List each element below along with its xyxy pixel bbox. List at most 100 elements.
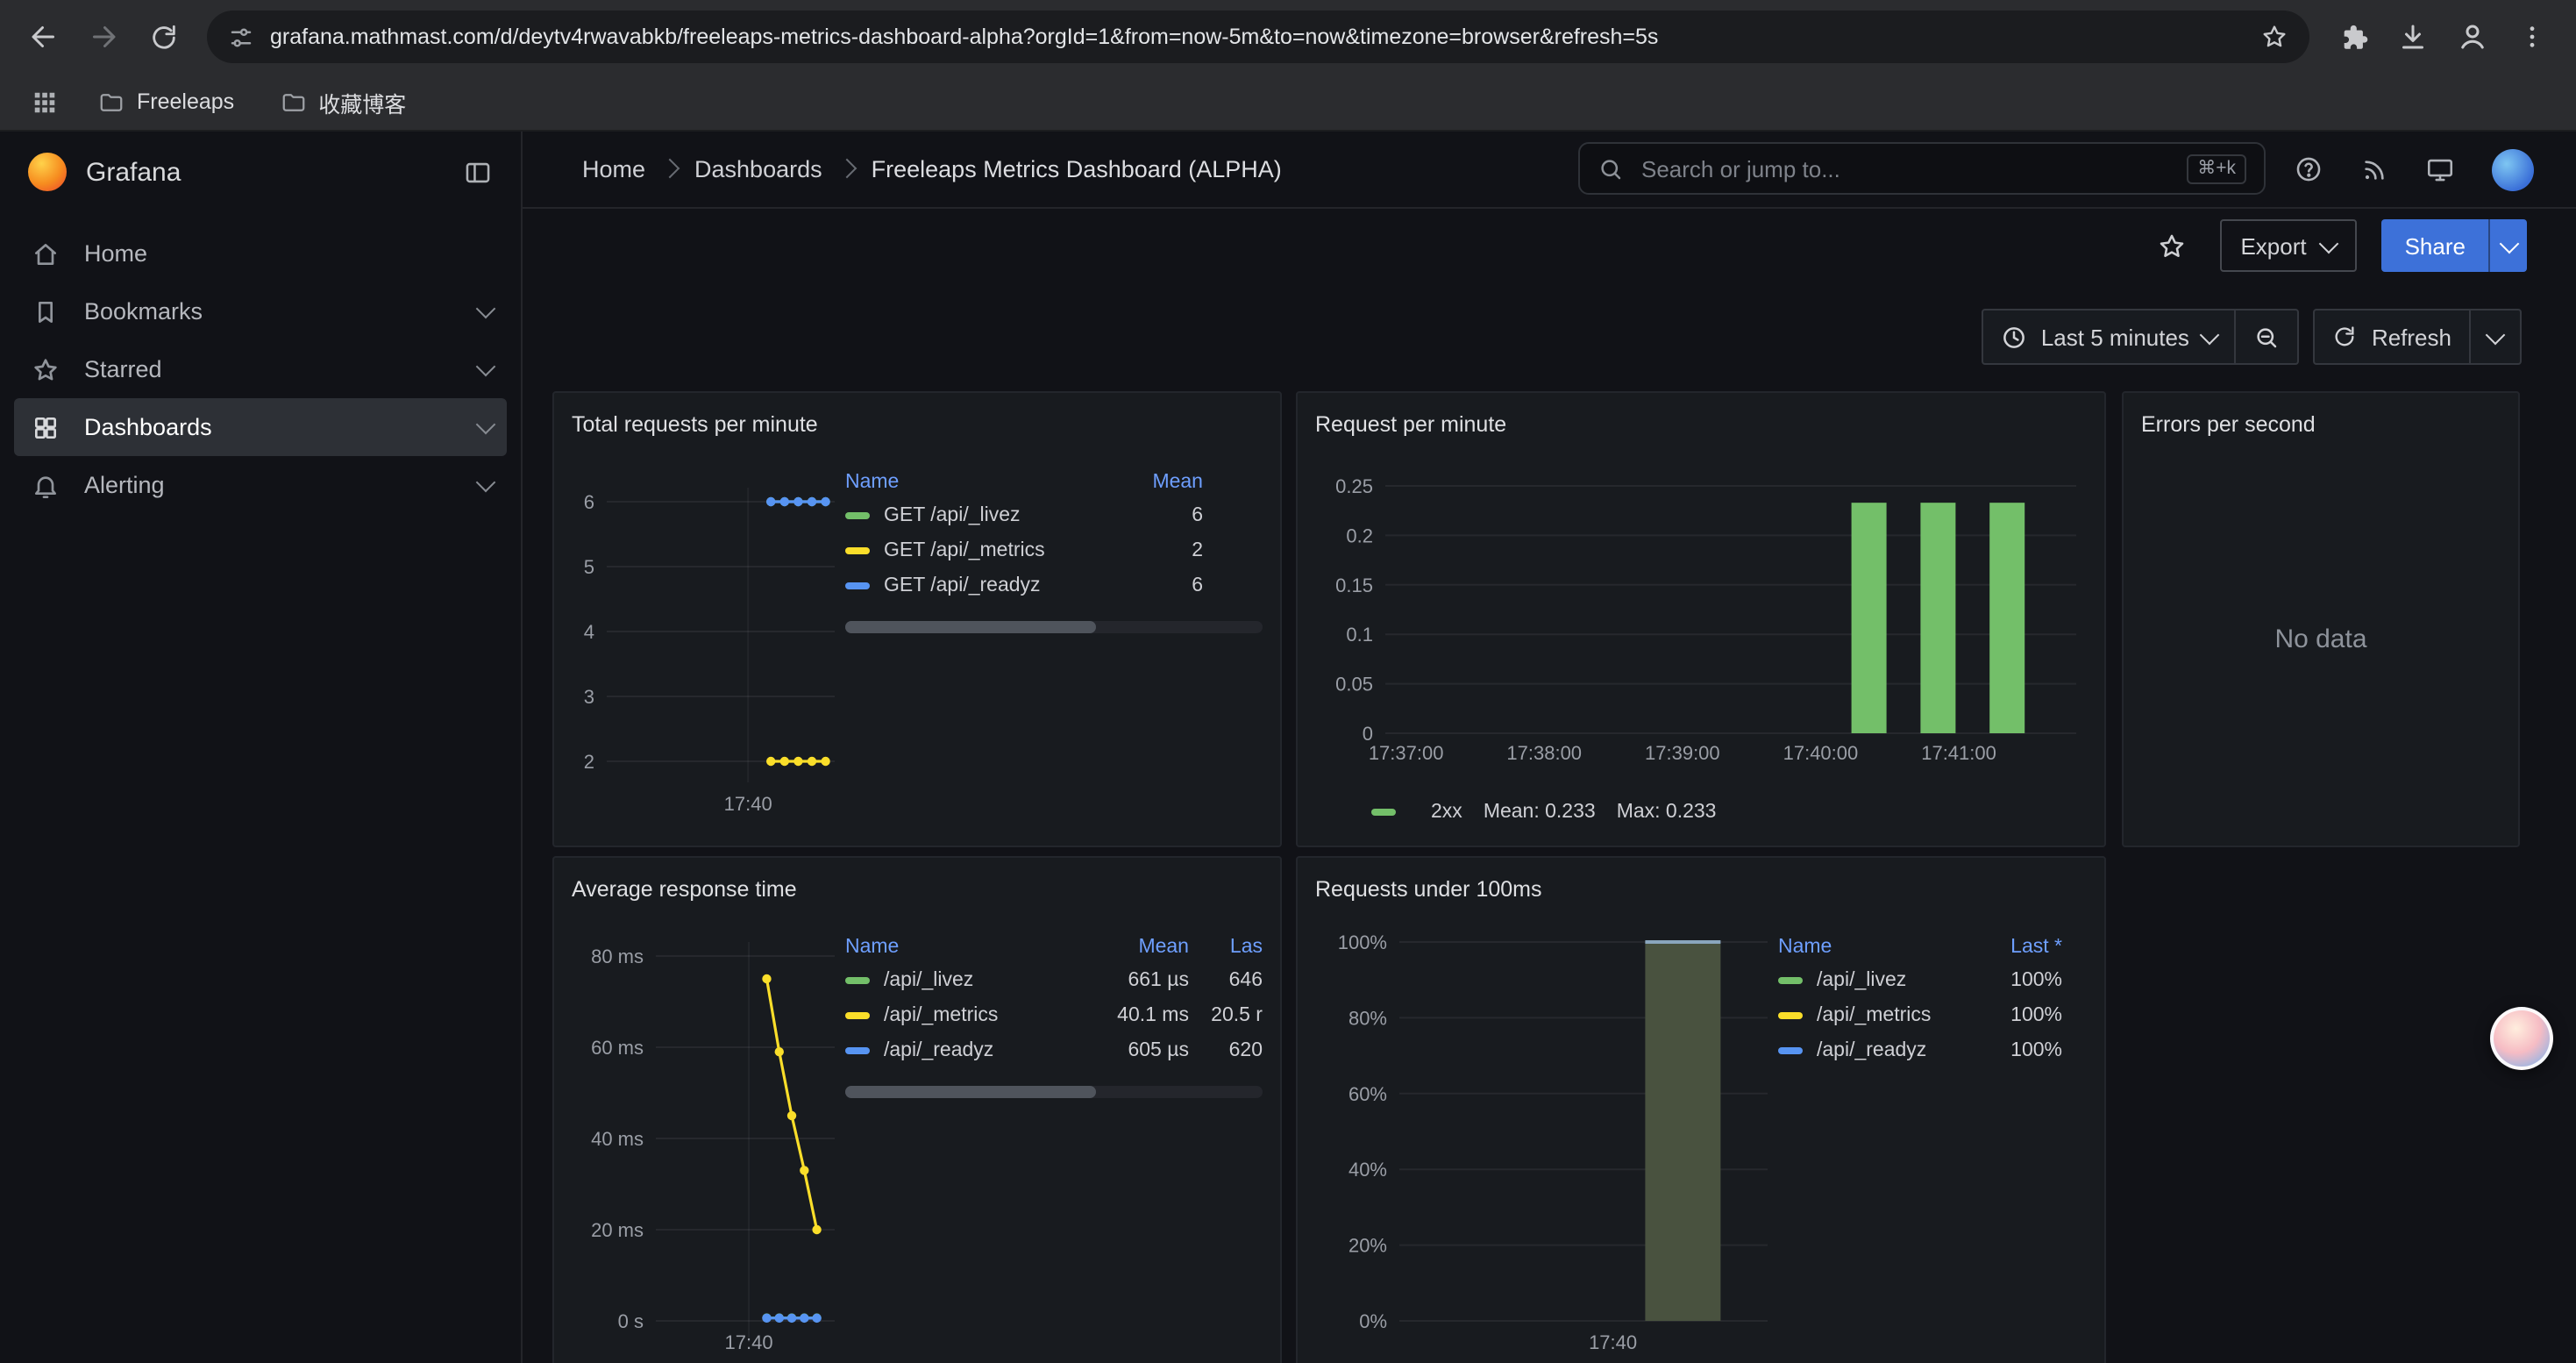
breadcrumb-home[interactable]: Home: [582, 155, 645, 182]
refresh-interval-button[interactable]: [2469, 310, 2520, 363]
chart[interactable]: 6543217:40: [572, 446, 845, 831]
search-input[interactable]: [1638, 153, 2173, 183]
series-name[interactable]: GET /api/_readyz: [884, 575, 1041, 596]
display-icon: [2425, 154, 2455, 184]
series-name[interactable]: /api/_metrics: [1817, 1005, 1931, 1026]
legend-row[interactable]: GET /api/_livez 6: [845, 498, 1203, 533]
export-button[interactable]: Export: [2219, 219, 2357, 272]
apps-button[interactable]: [21, 79, 67, 125]
legend-row[interactable]: GET /api/_metrics2: [845, 533, 1203, 568]
url-text[interactable]: grafana.mathmast.com/d/deytv4rwavabkb/fr…: [270, 25, 2245, 49]
share-button[interactable]: Share: [2382, 219, 2488, 272]
reload-button[interactable]: [137, 11, 189, 63]
legend-row[interactable]: /api/_readyz 100%: [1778, 1033, 2062, 1068]
legend: NameMeanGET /api/_livez6GET /api/_metric…: [845, 467, 1263, 831]
assistant-avatar[interactable]: [2490, 1007, 2553, 1070]
series-name[interactable]: /api/_livez: [1817, 970, 1906, 991]
legend-row[interactable]: /api/_metrics100%: [1778, 998, 2062, 1033]
forward-button[interactable]: [77, 11, 130, 63]
url-bar[interactable]: grafana.mathmast.com/d/deytv4rwavabkb/fr…: [207, 11, 2309, 63]
time-range-picker[interactable]: Last 5 minutes: [1983, 310, 2235, 363]
sidebar-nav: Home Bookmarks Starred: [0, 214, 521, 514]
sidebar-item-bookmarks[interactable]: Bookmarks: [0, 282, 521, 340]
refresh-button[interactable]: Refresh: [2316, 310, 2469, 363]
panel-title[interactable]: Errors per second: [2141, 403, 2501, 446]
panel-title[interactable]: Request per minute: [1315, 403, 2087, 446]
legend: NameLast */api/_livez100%/api/_metrics10…: [1778, 931, 2087, 1363]
panel-title[interactable]: Requests under 100ms: [1315, 868, 2087, 910]
legend-row[interactable]: /api/_livez661 µs646: [845, 963, 1263, 998]
series-name[interactable]: 2xx: [1431, 802, 1462, 823]
breadcrumb-separator-icon: [660, 159, 680, 179]
profile-button[interactable]: [2446, 11, 2499, 63]
help-button[interactable]: [2294, 154, 2323, 184]
legend-header[interactable]: Name: [845, 467, 1112, 498]
refresh-icon: [2333, 325, 2358, 349]
extensions-button[interactable]: [2327, 11, 2380, 63]
sidebar-item-alerting[interactable]: Alerting: [0, 456, 521, 514]
legend-row[interactable]: /api/_readyz605 µs620: [845, 1033, 1263, 1068]
panel-requests-under-100ms: Requests under 100ms 100%80%60%40%20%0%1…: [1296, 856, 2106, 1363]
chart[interactable]: 80 ms60 ms40 ms20 ms0 s17:40: [572, 910, 845, 1363]
svg-text:40%: 40%: [1348, 1159, 1387, 1181]
search-box[interactable]: ⌘+k: [1578, 142, 2266, 195]
user-avatar[interactable]: [2492, 148, 2534, 190]
breadcrumb-dashboards[interactable]: Dashboards: [694, 155, 822, 182]
series-value: 100%: [1960, 1033, 2062, 1068]
series-name[interactable]: /api/_livez: [884, 970, 973, 991]
series-name[interactable]: /api/_readyz: [884, 1040, 993, 1061]
folder-icon: [98, 89, 125, 115]
grafana-app: Grafana Home Bookmarks: [0, 130, 2576, 1363]
series-swatch: [1371, 809, 1396, 816]
series-swatch: [845, 547, 870, 554]
svg-text:20 ms: 20 ms: [591, 1219, 644, 1241]
legend-header[interactable]: Last *: [1960, 931, 2062, 963]
legend-header[interactable]: Mean: [1112, 467, 1203, 498]
legend-scrollbar[interactable]: [845, 1086, 1263, 1098]
series-mean: Mean: 0.233: [1484, 802, 1596, 823]
favorite-button[interactable]: [2149, 223, 2195, 268]
legend-header[interactable]: Las: [1189, 931, 1263, 963]
extensions-icon: [2338, 22, 2368, 52]
legend-row[interactable]: GET /api/_readyz6: [845, 568, 1203, 603]
series-name[interactable]: GET /api/_metrics: [884, 540, 1045, 561]
legend-header[interactable]: Name: [1778, 931, 1960, 963]
news-button[interactable]: [2360, 155, 2388, 183]
back-button[interactable]: [18, 11, 70, 63]
legend-header[interactable]: Name: [845, 931, 1084, 963]
bookmark-folder-blogs[interactable]: 收藏博客: [266, 80, 420, 124]
dock-sidebar-button[interactable]: [463, 157, 493, 187]
share-menu-button[interactable]: [2488, 219, 2527, 272]
bookmark-folder-freeleaps[interactable]: Freeleaps: [84, 83, 248, 120]
sidebar-item-home[interactable]: Home: [0, 225, 521, 282]
svg-text:0.05: 0.05: [1335, 674, 1373, 696]
bookmark-star-icon[interactable]: [2260, 23, 2288, 51]
tune-icon[interactable]: [228, 24, 254, 50]
time-controls: Last 5 minutes Refresh: [1982, 309, 2522, 365]
chart[interactable]: 100%80%60%40%20%0%17:40: [1315, 910, 1778, 1363]
series-name[interactable]: GET /api/_livez: [884, 505, 1021, 526]
sidebar-item-starred[interactable]: Starred: [0, 340, 521, 398]
chart[interactable]: 0.250.20.150.10.05017:37:0017:38:0017:39…: [1315, 446, 2087, 793]
grafana-logo[interactable]: [28, 153, 67, 191]
panel-title[interactable]: Average response time: [572, 868, 1263, 910]
display-button[interactable]: [2425, 154, 2455, 184]
browser-menu-button[interactable]: [2506, 11, 2558, 63]
no-data-message: No data: [2274, 624, 2366, 653]
legend-row[interactable]: /api/_metrics40.1 ms20.5 r: [845, 998, 1263, 1033]
downloads-button[interactable]: [2387, 11, 2439, 63]
series-name[interactable]: /api/_metrics: [884, 1005, 998, 1026]
breadcrumb: Home Dashboards Freeleaps Metrics Dashbo…: [582, 155, 1282, 182]
legend-header[interactable]: Mean: [1084, 931, 1189, 963]
sidebar-item-dashboards[interactable]: Dashboards: [14, 398, 507, 456]
sidebar: Grafana Home Bookmarks: [0, 130, 523, 1363]
legend-scrollbar[interactable]: [845, 621, 1263, 633]
svg-text:17:38:00: 17:38:00: [1506, 742, 1582, 764]
chevron-down-icon: [476, 299, 496, 319]
series-name[interactable]: /api/_readyz: [1817, 1040, 1926, 1061]
legend-row[interactable]: /api/_livez100%: [1778, 963, 2062, 998]
series-value: 6: [1112, 498, 1203, 533]
zoom-out-button[interactable]: [2235, 310, 2298, 363]
legend: NameMeanLas/api/_livez661 µs646/api/_met…: [845, 931, 1263, 1363]
panel-title[interactable]: Total requests per minute: [572, 403, 1263, 446]
